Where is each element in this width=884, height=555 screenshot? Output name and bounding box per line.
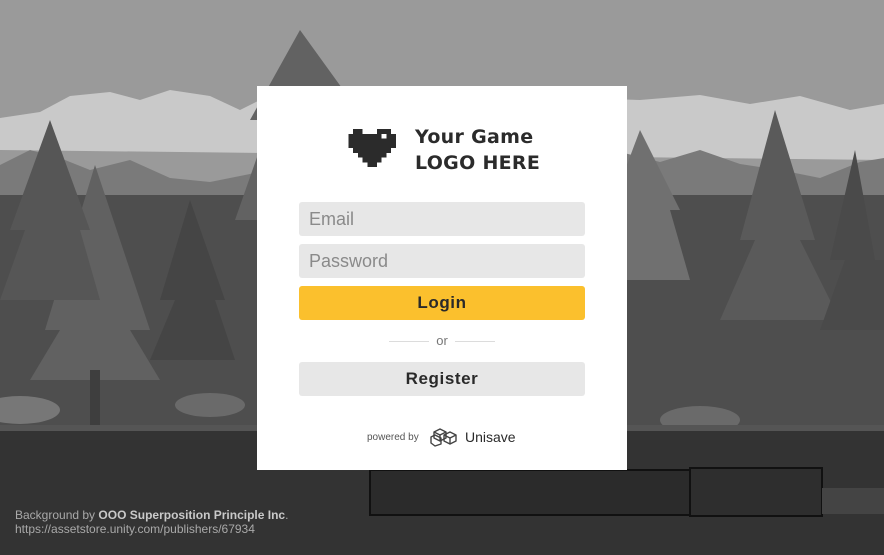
credit-url[interactable]: https://assetstore.unity.com/publishers/…: [15, 522, 288, 536]
unisave-brand: Unisave: [465, 429, 516, 445]
logo-text: Your Game LOGO HERE: [415, 124, 540, 176]
logo-line-1: Your Game: [415, 126, 534, 148]
powered-by-unisave: powered by Unisave: [367, 426, 537, 448]
email-input[interactable]: [299, 202, 585, 236]
or-divider: or: [389, 332, 495, 350]
login-button[interactable]: Login: [299, 286, 585, 320]
powered-by-label: powered by: [367, 432, 419, 443]
credit-line-1: Background by OOO Superposition Principl…: [15, 508, 288, 522]
password-input[interactable]: [299, 244, 585, 278]
game-logo: Your Game LOGO HERE: [347, 124, 547, 176]
login-screen: Your Game LOGO HERE Login or Register po…: [0, 0, 884, 555]
background-credit: Background by OOO Superposition Principl…: [15, 508, 288, 536]
divider-line-right: [455, 341, 495, 342]
unisave-cubes-icon: [430, 428, 457, 447]
credit-suffix: .: [285, 508, 289, 522]
credit-prefix: Background by: [15, 508, 96, 522]
register-button[interactable]: Register: [299, 362, 585, 396]
credit-author: OOO Superposition Principle Inc: [98, 508, 286, 522]
logo-line-2: LOGO HERE: [415, 152, 541, 174]
login-card: Your Game LOGO HERE Login or Register po…: [257, 86, 627, 470]
pixel-heart-icon: [348, 129, 396, 167]
